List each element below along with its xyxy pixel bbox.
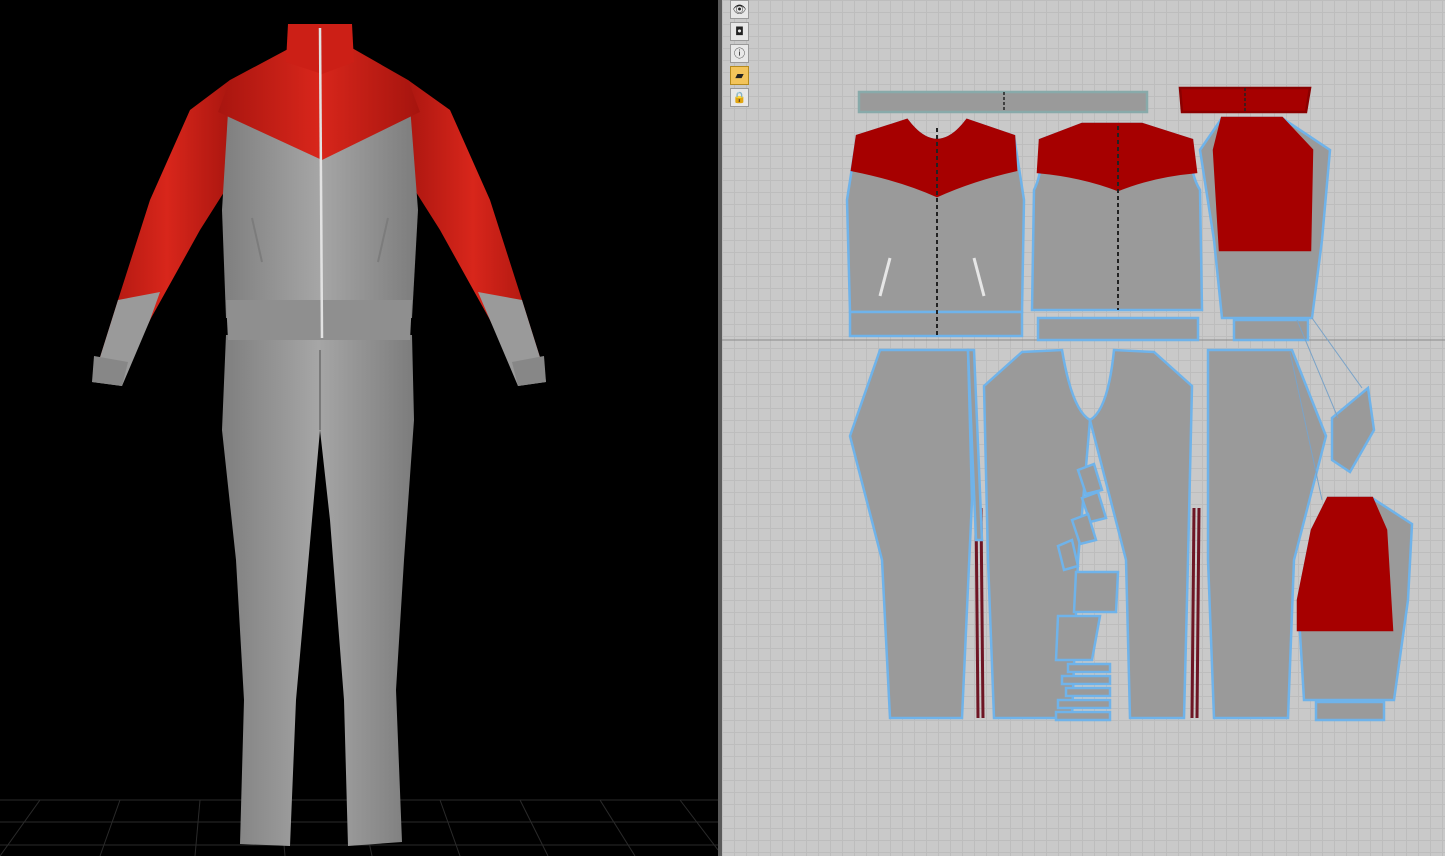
- 2d-pattern-viewport[interactable]: 👁 ◘ ⓘ ▰ 🔒: [722, 0, 1445, 856]
- pattern-sleeve-small[interactable]: [1330, 385, 1376, 474]
- 3d-avatar-render: [0, 24, 718, 856]
- pattern-back[interactable]: [1030, 122, 1204, 342]
- track-jacket-3d[interactable]: [92, 24, 546, 386]
- pattern-sleeve-bottom[interactable]: [1296, 496, 1414, 722]
- pattern-canvas[interactable]: [722, 0, 1445, 856]
- 3d-viewport[interactable]: [0, 0, 718, 856]
- pattern-front[interactable]: [845, 118, 1026, 338]
- pattern-neck-band[interactable]: [1178, 86, 1312, 114]
- pattern-collar[interactable]: [857, 90, 1149, 114]
- pattern-sleeve-top[interactable]: [1198, 116, 1332, 342]
- pattern-pants-front-left[interactable]: [848, 348, 985, 720]
- track-pants-3d[interactable]: [222, 335, 414, 846]
